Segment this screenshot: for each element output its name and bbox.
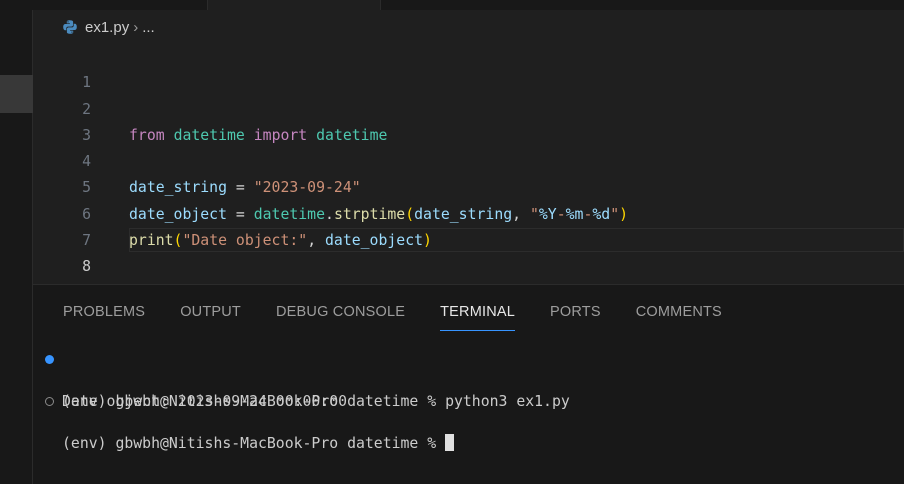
breadcrumb-file[interactable]: ex1.py xyxy=(85,19,129,36)
tab-debug-console[interactable]: DEBUG CONSOLE xyxy=(276,304,405,334)
tab-comments[interactable]: COMMENTS xyxy=(636,304,722,334)
code-line: 4 date_string = "2023-09-24" xyxy=(33,123,904,196)
code-line: 5 date_object = datetime.strptime(date_s… xyxy=(33,149,904,222)
tab-problems[interactable]: PROBLEMS xyxy=(63,304,145,334)
editor-tab-active[interactable] xyxy=(208,0,381,10)
terminal-line: (env) gbwbh@Nitishs-MacBook-Pro datetime… xyxy=(33,391,904,452)
code-line: 1 xyxy=(33,44,904,91)
tab-ports[interactable]: PORTS xyxy=(550,304,601,334)
breadcrumb-more[interactable]: ... xyxy=(142,19,155,36)
terminal-cursor xyxy=(445,434,455,451)
code-line: 7 xyxy=(33,202,904,249)
code-line-current: 8 xyxy=(33,228,904,275)
code-line: 3 xyxy=(33,97,904,144)
tab-terminal[interactable]: TERMINAL xyxy=(440,304,516,334)
code-editor[interactable]: ex1.py › ... 1 2 from datetime import da… xyxy=(33,10,904,284)
code-line: 6 print("Date object:", date_object) xyxy=(33,175,904,249)
active-tab-indicator xyxy=(440,330,516,331)
terminal-line: Date object: 2023-09-24 00:00:00 xyxy=(62,393,348,410)
editor-tab-strip xyxy=(0,0,904,10)
command-success-icon[interactable] xyxy=(45,355,54,364)
activity-bar-active-item[interactable] xyxy=(0,75,33,113)
line-number-active: 8 xyxy=(82,258,91,276)
terminal-line: (env) gbwbh@Nitishs-MacBook-Pro datetime… xyxy=(33,349,904,410)
activity-bar xyxy=(0,10,33,484)
command-pending-icon[interactable] xyxy=(45,397,54,406)
panel-tabs: PROBLEMS OUTPUT DEBUG CONSOLE TERMINAL P… xyxy=(63,304,757,334)
terminal[interactable]: (env) gbwbh@Nitishs-MacBook-Pro datetime… xyxy=(33,349,904,452)
bottom-panel: PROBLEMS OUTPUT DEBUG CONSOLE TERMINAL P… xyxy=(33,284,904,484)
current-line-highlight xyxy=(129,228,904,253)
editor-tab[interactable] xyxy=(33,0,208,10)
breadcrumb: ex1.py › ... xyxy=(62,16,155,38)
tab-output[interactable]: OUTPUT xyxy=(180,304,241,334)
breadcrumb-separator: › xyxy=(133,18,139,36)
python-file-icon xyxy=(62,19,78,35)
code-line: 2 from datetime import datetime xyxy=(33,70,904,144)
code-area[interactable]: 1 2 from datetime import datetime 3 4 da… xyxy=(33,44,904,275)
editor-tab-strip-empty xyxy=(381,0,904,10)
